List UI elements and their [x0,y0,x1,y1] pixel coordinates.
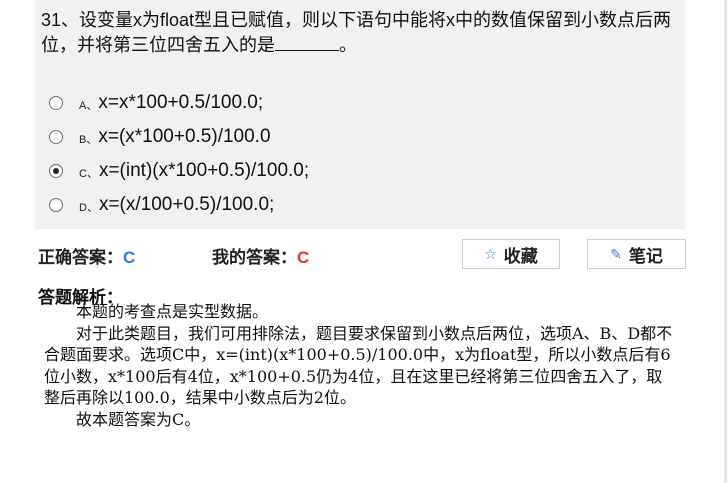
analysis-paragraph: 对于此类题目，我们可用排除法，题目要求保留到小数点后两位，选项A、B、D都不合题… [44,323,673,408]
exercise-page: 31、设变量x为float型且已赋值，则以下语句中能将x中的数值保留到小数点后两… [0,0,727,483]
my-answer-value: C [297,248,310,267]
analysis-paragraph: 故本题答案为C。 [76,409,201,429]
option-d-letter: D、 [79,202,98,214]
option-b-text: x=(x*100+0.5)/100.0 [98,126,271,147]
option-d[interactable]: D、 x=(x/100+0.5)/100.0; [49,192,274,218]
note-button-label: 笔记 [628,246,663,266]
option-a-text: x=x*100+0.5/100.0; [98,92,264,113]
option-c[interactable]: C、 x=(int)(x*100+0.5)/100.0; [49,158,309,184]
my-answer: 我的答案：C [212,243,309,267]
option-a[interactable]: A、 x=x*100+0.5/100.0; [49,90,263,116]
option-a-radio[interactable] [49,96,63,110]
my-answer-label: 我的答案： [212,248,297,267]
question-tail: 。 [339,35,357,55]
option-c-text: x=(int)(x*100+0.5)/100.0; [98,160,310,181]
option-b-radio[interactable] [49,130,63,144]
option-d-radio[interactable] [49,198,63,212]
answer-blank [275,34,339,51]
star-icon: ☆ [484,245,497,262]
correct-answer-value: C [123,248,136,267]
pencil-icon: ✎ [610,245,622,262]
analysis-paragraph: 本题的考查点是实型数据。 [76,302,269,321]
option-b-letter: B、 [79,134,98,146]
option-d-text: x=(x/100+0.5)/100.0; [98,194,275,215]
note-button[interactable]: ✎ 笔记 [587,239,686,269]
correct-answer-label: 正确答案： [38,248,123,267]
analysis-body: 本题的考查点是实型数据。 对于此类题目，我们可用排除法，题目要求保留到小数点后两… [44,301,674,430]
favorite-button-label: 收藏 [503,246,538,266]
option-c-letter: C、 [79,168,98,180]
question-text: 31、设变量x为float型且已赋值，则以下语句中能将x中的数值保留到小数点后两… [41,8,681,58]
option-a-letter: A、 [79,100,98,112]
option-b[interactable]: B、 x=(x*100+0.5)/100.0 [49,124,271,150]
option-c-radio[interactable] [49,164,63,178]
correct-answer: 正确答案：C [38,243,135,267]
favorite-button[interactable]: ☆ 收藏 [462,239,560,269]
